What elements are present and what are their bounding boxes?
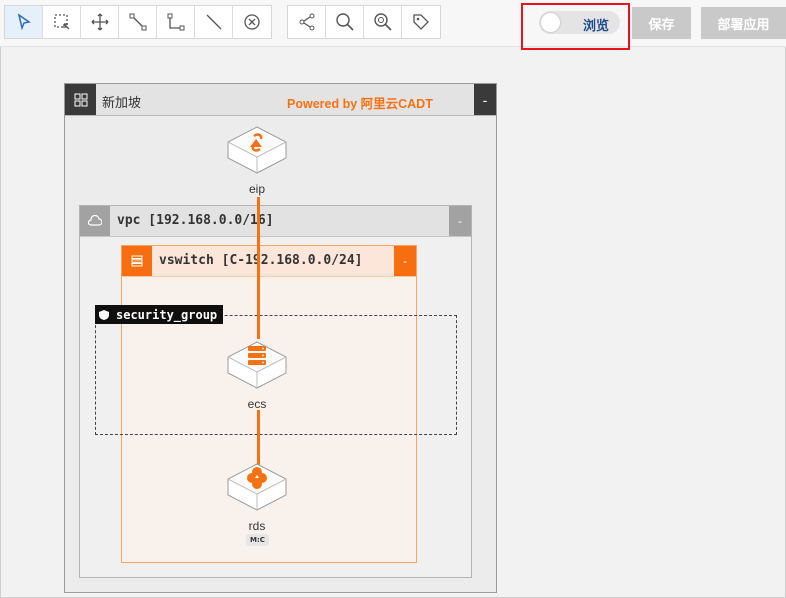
straight-line-icon — [206, 14, 221, 30]
delete-tool-button[interactable] — [233, 6, 271, 38]
move-icon — [91, 13, 108, 31]
vswitch-name: vswitch [C-192.168.0.0/24] — [159, 253, 363, 268]
vpc-collapse-button[interactable]: - — [449, 206, 471, 236]
elbow-tool-button[interactable] — [157, 6, 195, 38]
grid-icon — [65, 84, 96, 115]
toolbar: 浏览 保存 部署应用 — [0, 0, 786, 47]
eip-node[interactable] — [226, 125, 288, 175]
select-tool-button[interactable] — [5, 6, 43, 38]
zoom-icon — [335, 13, 354, 31]
tag-button[interactable] — [402, 6, 440, 38]
connection-ecs-rds[interactable] — [257, 410, 260, 467]
tag-icon — [413, 14, 429, 30]
rds-database-icon — [227, 463, 287, 511]
shield-icon — [99, 309, 109, 320]
marquee-select-icon — [53, 14, 69, 30]
powered-by-label: Powered by 阿里云CADT — [287, 97, 433, 111]
region-collapse-button[interactable]: - — [474, 84, 496, 115]
delete-circle-icon — [244, 14, 260, 30]
share-button[interactable] — [288, 6, 326, 38]
red-highlight-box — [521, 3, 630, 50]
share-icon — [299, 13, 314, 31]
rds-label: rds — [248, 519, 266, 533]
vswitch-header: vswitch [C-192.168.0.0/24] - — [122, 246, 416, 277]
eip-label: eip — [248, 182, 265, 196]
move-tool-button[interactable] — [81, 6, 119, 38]
rds-badge: M:C — [246, 534, 269, 546]
ecs-label: ecs — [247, 397, 267, 411]
security-group-tag[interactable]: security_group — [95, 305, 224, 324]
connect-tool-button[interactable] — [119, 6, 157, 38]
connection-eip-ecs[interactable] — [257, 197, 260, 339]
marquee-tool-button[interactable] — [43, 6, 81, 38]
ecs-node[interactable] — [226, 340, 288, 390]
vswitch-collapse-button[interactable]: - — [394, 246, 416, 276]
elbow-connector-icon — [167, 13, 184, 31]
region-name: 新加坡 — [102, 95, 142, 110]
ecs-server-icon — [227, 341, 287, 389]
rds-node[interactable] — [226, 462, 288, 512]
zoom-button[interactable] — [326, 6, 364, 38]
line-tool-button[interactable] — [195, 6, 233, 38]
zoom-fit-icon — [373, 13, 392, 31]
vpc-header: vpc [192.168.0.0/16] - — [80, 206, 471, 237]
eip-icon — [227, 126, 287, 174]
list-icon — [122, 246, 152, 276]
vpc-name: vpc [192.168.0.0/16] — [117, 213, 274, 228]
region-header: 新加坡 Powered by 阿里云CADT - — [65, 84, 496, 116]
deploy-button[interactable]: 部署应用 — [701, 7, 786, 39]
security-group-name: security_group — [116, 307, 218, 322]
zoom-fit-button[interactable] — [364, 6, 402, 38]
save-button[interactable]: 保存 — [632, 7, 691, 39]
connect-line-icon — [129, 13, 146, 31]
draw-tools-group — [4, 5, 272, 39]
view-tools-group — [287, 5, 441, 39]
cloud-icon — [80, 206, 110, 236]
cursor-select-icon — [17, 13, 31, 31]
